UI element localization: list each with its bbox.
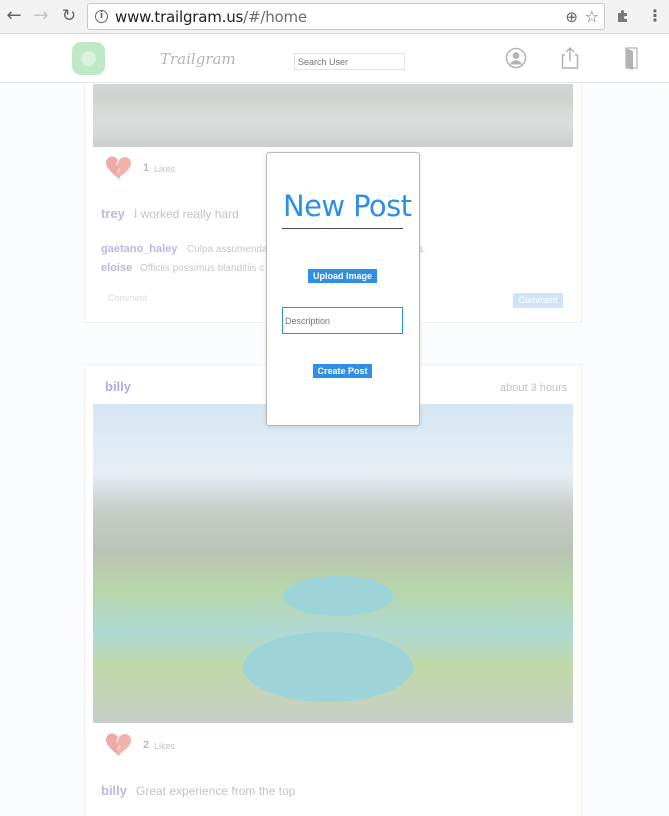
caption-text: I worked really hard bbox=[134, 207, 239, 221]
post-photo[interactable] bbox=[93, 84, 573, 147]
share-upload-icon[interactable] bbox=[559, 46, 581, 70]
forward-arrow-icon[interactable]: → bbox=[32, 7, 50, 25]
post-timestamp: about 3 hours bbox=[500, 382, 568, 394]
url-host: www.trailgram.us bbox=[115, 8, 244, 26]
zoom-icon[interactable]: ⊕ bbox=[565, 8, 578, 26]
likes-count: 1 bbox=[143, 162, 150, 174]
star-icon[interactable]: ☆ bbox=[585, 7, 599, 26]
comment-username[interactable]: gaetano_haley bbox=[101, 243, 177, 255]
post-username[interactable]: billy bbox=[105, 379, 131, 394]
logo-camera-icon[interactable] bbox=[72, 42, 105, 75]
divider bbox=[282, 228, 403, 229]
comment-text: Officiis possimus blanditiis c bbox=[140, 263, 265, 274]
caption-username[interactable]: trey bbox=[101, 206, 125, 221]
back-arrow-icon[interactable]: ← bbox=[5, 7, 23, 25]
comment-input[interactable]: Comment bbox=[108, 293, 147, 303]
post-photo[interactable] bbox=[93, 404, 573, 723]
likes-label: Likes bbox=[154, 741, 176, 751]
description-input[interactable] bbox=[282, 307, 403, 334]
comment-text: Culpa assumenda bbox=[187, 244, 268, 255]
extension-puzzle-icon[interactable] bbox=[615, 8, 631, 24]
url-path: /#/home bbox=[243, 8, 307, 26]
brand-name[interactable]: Trailgram bbox=[160, 50, 236, 68]
create-post-button[interactable]: Create Post bbox=[313, 364, 372, 378]
logout-door-icon[interactable] bbox=[621, 46, 643, 70]
reload-icon[interactable]: ↻ bbox=[60, 7, 78, 25]
likes-count: 2 bbox=[143, 739, 150, 751]
comment-button[interactable]: Comment bbox=[513, 293, 563, 308]
caption-text: Great experience from the top bbox=[136, 784, 296, 798]
menu-dots-icon[interactable]: ⋮ bbox=[647, 6, 663, 25]
info-icon[interactable]: i bbox=[95, 10, 108, 23]
modal-title: New Post bbox=[283, 189, 412, 223]
broken-heart-icon[interactable] bbox=[105, 732, 133, 758]
url-text[interactable]: www.trailgram.us/#/home bbox=[115, 8, 307, 26]
search-user-input[interactable] bbox=[294, 53, 405, 70]
post-card: billy about 3 hours 2 Likes billy Great … bbox=[84, 364, 582, 816]
profile-icon[interactable] bbox=[505, 46, 527, 70]
browser-toolbar: ← → ↻ i www.trailgram.us/#/home ⊕ ☆ ⋮ bbox=[0, 0, 669, 34]
broken-heart-icon[interactable] bbox=[105, 155, 133, 181]
caption-username[interactable]: billy bbox=[101, 783, 127, 798]
app-header: Trailgram bbox=[0, 35, 669, 83]
new-post-modal: New Post Upload Image Create Post bbox=[266, 152, 420, 426]
address-bar[interactable]: i www.trailgram.us/#/home ⊕ ☆ bbox=[87, 3, 605, 30]
comment-username[interactable]: eloise bbox=[101, 262, 132, 274]
likes-label: Likes bbox=[154, 164, 176, 174]
upload-image-button[interactable]: Upload Image bbox=[308, 269, 377, 283]
